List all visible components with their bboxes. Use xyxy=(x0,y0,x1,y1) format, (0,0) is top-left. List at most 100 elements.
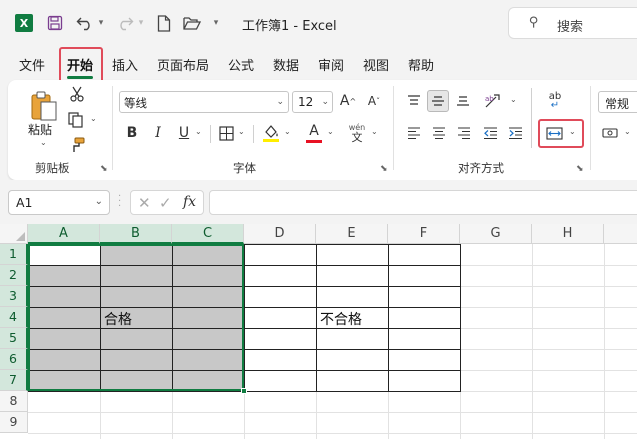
formula-bar-resize-icon[interactable]: · · · xyxy=(118,192,122,212)
column-header-partial xyxy=(604,224,637,244)
enter-icon[interactable]: ✓ xyxy=(159,194,172,212)
underline-dropdown-icon[interactable]: ⌄ xyxy=(195,127,202,136)
clipboard-group-label: 剪贴板 xyxy=(35,161,70,175)
font-color-dropdown-icon[interactable]: ⌄ xyxy=(327,127,334,136)
paste-dropdown-icon[interactable]: ⌄ xyxy=(40,138,47,147)
phonetic-bottom: 文 xyxy=(351,131,363,144)
column-header-h[interactable]: H xyxy=(532,224,604,244)
gridline xyxy=(604,244,605,439)
wrap-text-icon[interactable]: ab ↵ xyxy=(544,90,566,112)
merge-center-highlight xyxy=(538,119,584,148)
search-icon: ⚲ xyxy=(529,15,539,30)
borders-dropdown-icon[interactable]: ⌄ xyxy=(238,127,245,136)
number-format-select[interactable]: 常规 xyxy=(598,91,637,113)
formula-input[interactable] xyxy=(209,190,637,215)
accounting-dropdown-icon[interactable]: ⌄ xyxy=(624,127,631,136)
align-top-icon[interactable] xyxy=(404,92,424,110)
column-header-a[interactable]: A xyxy=(28,224,100,244)
table-border xyxy=(316,244,317,392)
copy-dropdown-icon[interactable]: ⌄ xyxy=(90,114,97,123)
undo-dropdown-icon[interactable]: ▾ xyxy=(96,12,106,34)
cancel-icon[interactable]: ✕ xyxy=(138,194,151,212)
row-header-9[interactable]: 9 xyxy=(0,412,28,433)
decrease-indent-icon[interactable] xyxy=(480,124,500,142)
column-header-g[interactable]: G xyxy=(460,224,532,244)
accounting-format-icon[interactable] xyxy=(600,124,620,142)
gridline xyxy=(28,433,637,434)
select-all-button[interactable] xyxy=(0,224,28,244)
tab-file[interactable]: 文件 xyxy=(19,55,45,74)
undo-icon[interactable] xyxy=(74,12,96,34)
align-bottom-icon[interactable] xyxy=(453,92,473,110)
tab-home-highlight xyxy=(59,47,103,83)
table-border xyxy=(388,244,389,392)
fill-color-icon[interactable] xyxy=(261,122,281,144)
align-left-icon[interactable] xyxy=(404,124,424,142)
group-divider xyxy=(590,86,591,170)
tab-review[interactable]: 审阅 xyxy=(318,55,344,74)
tab-help[interactable]: 帮助 xyxy=(408,55,434,74)
shrink-font-letter: A xyxy=(367,94,377,108)
paste-button[interactable]: 粘贴 xyxy=(28,121,52,138)
cell-e4[interactable]: 不合格 xyxy=(320,309,362,329)
formula-bar: A1 ⌄ · · · ✕ ✓ fx xyxy=(0,180,637,224)
column-header-f[interactable]: F xyxy=(388,224,460,244)
row-header-4[interactable]: 4 xyxy=(0,307,28,328)
phonetic-guide-icon[interactable]: wén 文 xyxy=(346,122,368,144)
row-header-2[interactable]: 2 xyxy=(0,265,28,286)
orientation-icon[interactable]: ab xyxy=(482,90,504,112)
font-name-select[interactable]: 等线 ⌄ xyxy=(119,91,289,113)
align-right-icon[interactable] xyxy=(454,124,474,142)
name-box[interactable]: A1 ⌄ xyxy=(8,190,110,215)
column-header-c[interactable]: C xyxy=(172,224,244,244)
font-color-icon[interactable]: A xyxy=(304,122,324,144)
underline-button[interactable]: U xyxy=(175,124,193,142)
grow-font-letter: A xyxy=(339,93,350,109)
fill-color-dropdown-icon[interactable]: ⌄ xyxy=(284,127,291,136)
tab-view[interactable]: 视图 xyxy=(363,55,389,74)
orientation-dropdown-icon[interactable]: ⌄ xyxy=(510,95,517,104)
name-box-value: A1 xyxy=(16,195,33,210)
row-header-5[interactable]: 5 xyxy=(0,328,28,349)
new-file-icon[interactable] xyxy=(153,12,175,34)
formula-buttons: ✕ ✓ fx xyxy=(130,190,204,215)
align-center-icon[interactable] xyxy=(429,124,449,142)
row-header-3[interactable]: 3 xyxy=(0,286,28,307)
shrink-font-icon[interactable]: Aˇ xyxy=(364,91,384,111)
column-header-b[interactable]: B xyxy=(100,224,172,244)
cut-icon[interactable] xyxy=(68,85,86,103)
paste-icon[interactable] xyxy=(30,90,58,122)
font-size-select[interactable]: 12 ⌄ xyxy=(292,91,333,113)
row-header-6[interactable]: 6 xyxy=(0,349,28,370)
grow-font-icon[interactable]: A ^ xyxy=(338,91,358,111)
align-middle-icon[interactable] xyxy=(427,90,449,112)
row-header-1[interactable]: 1 xyxy=(0,244,28,265)
column-header-e[interactable]: E xyxy=(316,224,388,244)
tab-page-layout[interactable]: 页面布局 xyxy=(157,55,209,74)
tab-insert[interactable]: 插入 xyxy=(112,55,138,74)
copy-icon[interactable] xyxy=(66,111,84,129)
insert-function-icon[interactable]: fx xyxy=(183,194,196,210)
phonetic-dropdown-icon[interactable]: ⌄ xyxy=(371,127,378,136)
format-painter-icon[interactable] xyxy=(68,136,86,154)
customize-toolbar-icon[interactable]: ▾ xyxy=(210,12,222,34)
save-icon[interactable] xyxy=(44,12,66,34)
open-folder-icon[interactable] xyxy=(181,12,203,34)
font-launcher-icon[interactable]: ⬊ xyxy=(380,164,390,174)
row-header-7[interactable]: 7 xyxy=(0,370,28,391)
borders-icon[interactable] xyxy=(217,124,235,142)
italic-button[interactable]: I xyxy=(149,124,167,142)
alignment-launcher-icon[interactable]: ⬊ xyxy=(576,164,586,174)
column-header-d[interactable]: D xyxy=(244,224,316,244)
divider xyxy=(531,88,532,148)
search-input[interactable]: ⚲ 搜索 xyxy=(508,7,637,39)
tab-data[interactable]: 数据 xyxy=(273,55,299,74)
worksheet-grid[interactable]: A B C D E F G H 1 2 3 4 5 6 7 8 9 合格 不合格 xyxy=(0,224,637,439)
clipboard-launcher-icon[interactable]: ⬊ xyxy=(100,164,110,174)
gridline xyxy=(532,244,533,439)
fill-handle[interactable] xyxy=(241,388,247,394)
increase-indent-icon[interactable] xyxy=(505,124,525,142)
row-header-8[interactable]: 8 xyxy=(0,391,28,412)
bold-button[interactable]: B xyxy=(123,124,141,142)
tab-formulas[interactable]: 公式 xyxy=(228,55,254,74)
